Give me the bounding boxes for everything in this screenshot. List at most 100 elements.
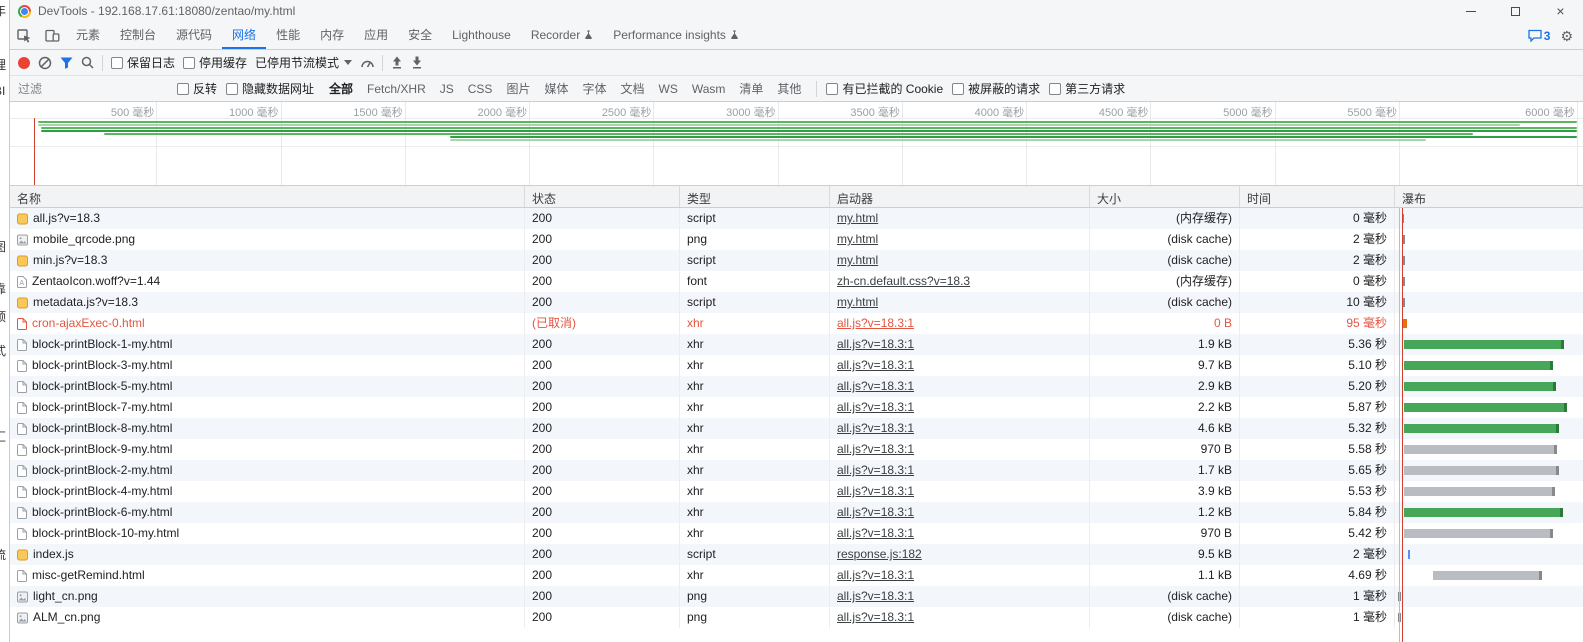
import-har-button[interactable]	[391, 56, 403, 69]
tab-performance-insights[interactable]: Performance insights	[603, 22, 749, 49]
initiator-link[interactable]: all.js?v=18.3:1	[837, 442, 914, 456]
request-row[interactable]: block-printBlock-2-my.html200xhrall.js?v…	[10, 460, 1583, 481]
header-status[interactable]: 状态	[525, 186, 680, 207]
initiator-link[interactable]: response.js:182	[837, 547, 922, 561]
request-row[interactable]: mobile_qrcode.png200pngmy.html(disk cach…	[10, 229, 1583, 250]
network-conditions-button[interactable]	[360, 57, 374, 69]
request-row[interactable]: light_cn.png200pngall.js?v=18.3:1(disk c…	[10, 586, 1583, 607]
header-time[interactable]: 时间	[1240, 186, 1395, 207]
third-party-checkbox[interactable]: 第三方请求	[1049, 80, 1125, 97]
type-filter-10[interactable]: 清单	[733, 79, 769, 98]
initiator-link[interactable]: all.js?v=18.3:1	[837, 400, 914, 414]
initiator-link[interactable]: zh-cn.default.css?v=18.3	[837, 274, 970, 288]
initiator-link[interactable]: all.js?v=18.3:1	[837, 358, 914, 372]
initiator-link[interactable]: my.html	[837, 211, 878, 225]
type-filter-9[interactable]: Wasm	[686, 81, 732, 97]
initiator-link[interactable]: all.js?v=18.3:1	[837, 337, 914, 351]
overview-activity-stripe	[450, 139, 1425, 141]
tab-application[interactable]: 应用	[354, 22, 398, 49]
type-filter-4[interactable]: 图片	[500, 79, 536, 98]
tabbar-right: 3 ⚙	[1528, 22, 1583, 49]
initiator-link[interactable]: my.html	[837, 253, 878, 267]
request-row[interactable]: min.js?v=18.3200scriptmy.html(disk cache…	[10, 250, 1583, 271]
type-filter-7[interactable]: 文档	[614, 79, 650, 98]
tab-lighthouse[interactable]: Lighthouse	[442, 22, 521, 49]
type-filter-1[interactable]: Fetch/XHR	[361, 81, 432, 97]
type-filter-2[interactable]: JS	[434, 81, 460, 97]
request-row[interactable]: cron-ajaxExec-0.html(已取消)xhrall.js?v=18.…	[10, 313, 1583, 334]
tab-sources[interactable]: 源代码	[166, 22, 222, 49]
export-har-button[interactable]	[411, 56, 423, 69]
device-toolbar-button[interactable]	[38, 22, 66, 49]
minimize-button[interactable]	[1448, 0, 1493, 22]
preserve-log-checkbox[interactable]: 保留日志	[111, 54, 175, 71]
tab-security[interactable]: 安全	[398, 22, 442, 49]
invert-filter-checkbox[interactable]: 反转	[177, 80, 217, 97]
filter-input[interactable]	[18, 82, 168, 96]
blocked-cookies-checkbox[interactable]: 有已拦截的 Cookie	[826, 80, 943, 97]
type-filter-5[interactable]: 媒体	[538, 79, 574, 98]
tab-elements[interactable]: 元素	[66, 22, 110, 49]
initiator-link[interactable]: all.js?v=18.3:1	[837, 526, 914, 540]
request-row[interactable]: block-printBlock-1-my.html200xhrall.js?v…	[10, 334, 1583, 355]
initiator-link[interactable]: all.js?v=18.3:1	[837, 505, 914, 519]
tab-performance[interactable]: 性能	[266, 22, 310, 49]
initiator-link[interactable]: all.js?v=18.3:1	[837, 568, 914, 582]
header-name[interactable]: 名称	[10, 186, 525, 207]
issues-count: 3	[1544, 29, 1551, 43]
tab-memory[interactable]: 内存	[310, 22, 354, 49]
throttling-select[interactable]: 已停用节流模式	[255, 54, 352, 71]
request-row[interactable]: metadata.js?v=18.3200scriptmy.html(disk …	[10, 292, 1583, 313]
request-row[interactable]: all.js?v=18.3200scriptmy.html(内存缓存)0 毫秒	[10, 208, 1583, 229]
overview-activity-stripe	[38, 124, 1520, 126]
request-row[interactable]: block-printBlock-5-my.html200xhrall.js?v…	[10, 376, 1583, 397]
request-row[interactable]: block-printBlock-9-my.html200xhrall.js?v…	[10, 439, 1583, 460]
initiator-link[interactable]: all.js?v=18.3:1	[837, 316, 914, 330]
hide-data-urls-checkbox[interactable]: 隐藏数据网址	[226, 80, 314, 97]
initiator-link[interactable]: all.js?v=18.3:1	[837, 610, 914, 624]
initiator-link[interactable]: all.js?v=18.3:1	[837, 379, 914, 393]
header-waterfall[interactable]: 瀑布	[1395, 186, 1583, 207]
blocked-requests-checkbox[interactable]: 被屏蔽的请求	[952, 80, 1040, 97]
request-row[interactable]: AZentaoIcon.woff?v=1.44200fontzh-cn.defa…	[10, 271, 1583, 292]
request-row[interactable]: block-printBlock-3-my.html200xhrall.js?v…	[10, 355, 1583, 376]
initiator-link[interactable]: all.js?v=18.3:1	[837, 421, 914, 435]
type-filter-11[interactable]: 其他	[771, 79, 807, 98]
type-filter-6[interactable]: 字体	[576, 79, 612, 98]
waterfall-bar	[1404, 466, 1558, 475]
clear-button[interactable]	[38, 56, 52, 70]
request-row[interactable]: index.js200scriptresponse.js:1829.5 kB2 …	[10, 544, 1583, 565]
request-row[interactable]: block-printBlock-10-my.html200xhrall.js?…	[10, 523, 1583, 544]
tab-network[interactable]: 网络	[222, 22, 266, 49]
type-filter-0[interactable]: 全部	[323, 79, 359, 98]
overview-pane[interactable]: 500 毫秒1000 毫秒1500 毫秒2000 毫秒2500 毫秒3000 毫…	[10, 102, 1583, 186]
filter-toggle-button[interactable]	[60, 57, 73, 69]
maximize-button[interactable]	[1493, 0, 1538, 22]
header-type[interactable]: 类型	[680, 186, 830, 207]
request-row[interactable]: block-printBlock-8-my.html200xhrall.js?v…	[10, 418, 1583, 439]
settings-gear-icon[interactable]: ⚙	[1560, 29, 1573, 43]
search-button[interactable]	[81, 56, 94, 69]
request-row[interactable]: block-printBlock-6-my.html200xhrall.js?v…	[10, 502, 1583, 523]
initiator-link[interactable]: my.html	[837, 232, 878, 246]
disable-cache-checkbox[interactable]: 停用缓存	[183, 54, 247, 71]
initiator-link[interactable]: my.html	[837, 295, 878, 309]
type-filter-3[interactable]: CSS	[462, 81, 499, 97]
request-row[interactable]: block-printBlock-4-my.html200xhrall.js?v…	[10, 481, 1583, 502]
issues-indicator[interactable]: 3	[1528, 29, 1551, 43]
type-filter-8[interactable]: WS	[653, 81, 684, 97]
size-cell: 0 B	[1090, 313, 1240, 334]
request-row[interactable]: misc-getRemind.html200xhrall.js?v=18.3:1…	[10, 565, 1583, 586]
request-row[interactable]: ALM_cn.png200pngall.js?v=18.3:1(disk cac…	[10, 607, 1583, 628]
inspect-element-button[interactable]	[10, 22, 38, 49]
request-row[interactable]: block-printBlock-7-my.html200xhrall.js?v…	[10, 397, 1583, 418]
header-size[interactable]: 大小	[1090, 186, 1240, 207]
close-button[interactable]: ×	[1538, 0, 1583, 22]
record-button[interactable]	[18, 57, 30, 69]
initiator-link[interactable]: all.js?v=18.3:1	[837, 589, 914, 603]
header-initiator[interactable]: 启动器	[830, 186, 1090, 207]
initiator-link[interactable]: all.js?v=18.3:1	[837, 463, 914, 477]
initiator-link[interactable]: all.js?v=18.3:1	[837, 484, 914, 498]
tab-recorder[interactable]: Recorder	[521, 22, 603, 49]
tab-console[interactable]: 控制台	[110, 22, 166, 49]
